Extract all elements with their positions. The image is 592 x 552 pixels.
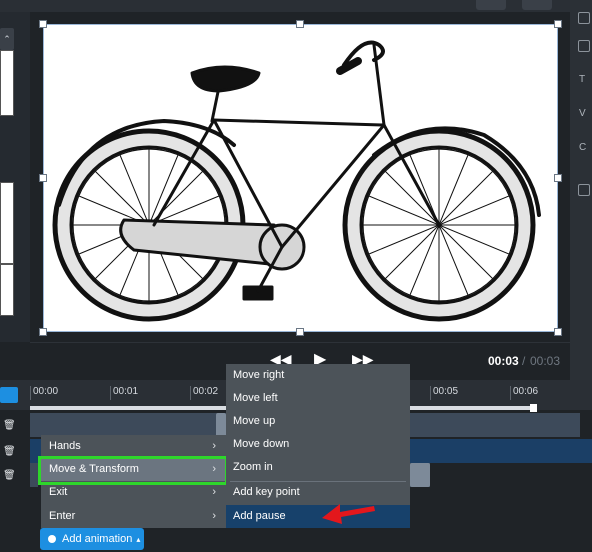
timeline-tick: 00:00 bbox=[30, 386, 58, 400]
track-lane[interactable] bbox=[410, 413, 580, 437]
move-transform-submenu: Move right Move left Move up Move down Z… bbox=[226, 364, 410, 528]
resize-handle[interactable] bbox=[296, 328, 304, 336]
menu-item-add-pause[interactable]: Add pause bbox=[226, 505, 410, 528]
scene-thumbnail[interactable] bbox=[0, 182, 14, 264]
menu-item-label: Hands bbox=[49, 440, 81, 452]
scrubber-handle[interactable] bbox=[530, 404, 537, 412]
app-window: ⌃ T V C ◀◀ ▶ ▶▶ 00:03 / 00:03 00:00 00:0… bbox=[0, 0, 592, 552]
panel-label: T bbox=[579, 74, 586, 85]
menu-item-enter[interactable]: Enter › bbox=[41, 505, 226, 528]
timeline-tick: 00:01 bbox=[110, 386, 138, 400]
toolbar-button[interactable] bbox=[476, 0, 506, 10]
chevron-right-icon: › bbox=[212, 440, 216, 452]
highlight-annotation-box bbox=[38, 456, 228, 485]
resize-handle[interactable] bbox=[39, 174, 47, 182]
timeline-tick: 00:06 bbox=[510, 386, 538, 400]
menu-item-move-up[interactable]: Move up bbox=[226, 410, 410, 433]
track-lane[interactable] bbox=[410, 463, 430, 487]
resize-handle[interactable] bbox=[554, 174, 562, 182]
current-time: 00:03 bbox=[488, 354, 519, 368]
menu-item-zoom-in[interactable]: Zoom in bbox=[226, 456, 410, 479]
menu-item-label: Exit bbox=[49, 486, 68, 498]
scene-thumbnail[interactable] bbox=[0, 50, 14, 116]
menu-item-move-down[interactable]: Move down bbox=[226, 433, 410, 456]
bicycle-drawing bbox=[52, 40, 541, 322]
resize-handle[interactable] bbox=[39, 20, 47, 28]
toolbar-button[interactable] bbox=[522, 0, 552, 10]
trash-icon[interactable]: 🗑 bbox=[3, 420, 16, 431]
panel-collapse-icon[interactable] bbox=[578, 40, 590, 52]
pin-icon bbox=[48, 535, 56, 544]
resize-handle[interactable] bbox=[39, 328, 47, 336]
panel-collapse-icon[interactable] bbox=[578, 184, 590, 196]
panel-label: V bbox=[579, 108, 586, 119]
timeline-tick: 00:02 bbox=[190, 386, 218, 400]
menu-item-move-left[interactable]: Move left bbox=[226, 387, 410, 410]
track-lane[interactable] bbox=[30, 413, 226, 437]
track-lane[interactable] bbox=[410, 439, 592, 463]
total-time: 00:03 bbox=[530, 354, 561, 368]
resize-handle[interactable] bbox=[554, 20, 562, 28]
top-toolbar bbox=[0, 0, 592, 12]
properties-panel: T V C bbox=[570, 0, 592, 380]
menu-item-move-right[interactable]: Move right bbox=[226, 364, 410, 387]
time-separator: / bbox=[522, 354, 526, 368]
panel-label: C bbox=[579, 142, 587, 153]
menu-item-label: Enter bbox=[49, 510, 76, 522]
drawing-canvas[interactable] bbox=[43, 24, 558, 332]
resize-handle[interactable] bbox=[296, 20, 304, 28]
add-animation-button[interactable]: Add animation ▴ bbox=[40, 528, 144, 550]
panel-collapse-icon[interactable] bbox=[578, 12, 590, 24]
track-segment[interactable] bbox=[216, 413, 226, 437]
collapse-toggle-icon[interactable]: ⌃ bbox=[0, 28, 14, 50]
caret-up-icon: ▴ bbox=[136, 535, 141, 544]
trash-icon[interactable]: 🗑 bbox=[3, 470, 16, 481]
resize-handle[interactable] bbox=[554, 328, 562, 336]
red-arrow-annotation bbox=[322, 504, 375, 524]
add-animation-label: Add animation bbox=[62, 533, 133, 545]
track-lane[interactable] bbox=[30, 463, 38, 487]
chevron-right-icon: › bbox=[212, 510, 216, 522]
trash-icon[interactable]: 🗑 bbox=[3, 446, 16, 457]
track-segment[interactable] bbox=[410, 463, 430, 487]
scene-thumbnail[interactable] bbox=[0, 264, 14, 316]
timeline-tick: 00:05 bbox=[430, 386, 458, 400]
menu-item-hands[interactable]: Hands › bbox=[41, 435, 226, 458]
scene-thumbnails-panel: ⌃ bbox=[0, 12, 30, 342]
menu-item-add-key-point[interactable]: Add key point bbox=[226, 481, 410, 504]
timeline-mode-icon[interactable] bbox=[0, 387, 18, 403]
